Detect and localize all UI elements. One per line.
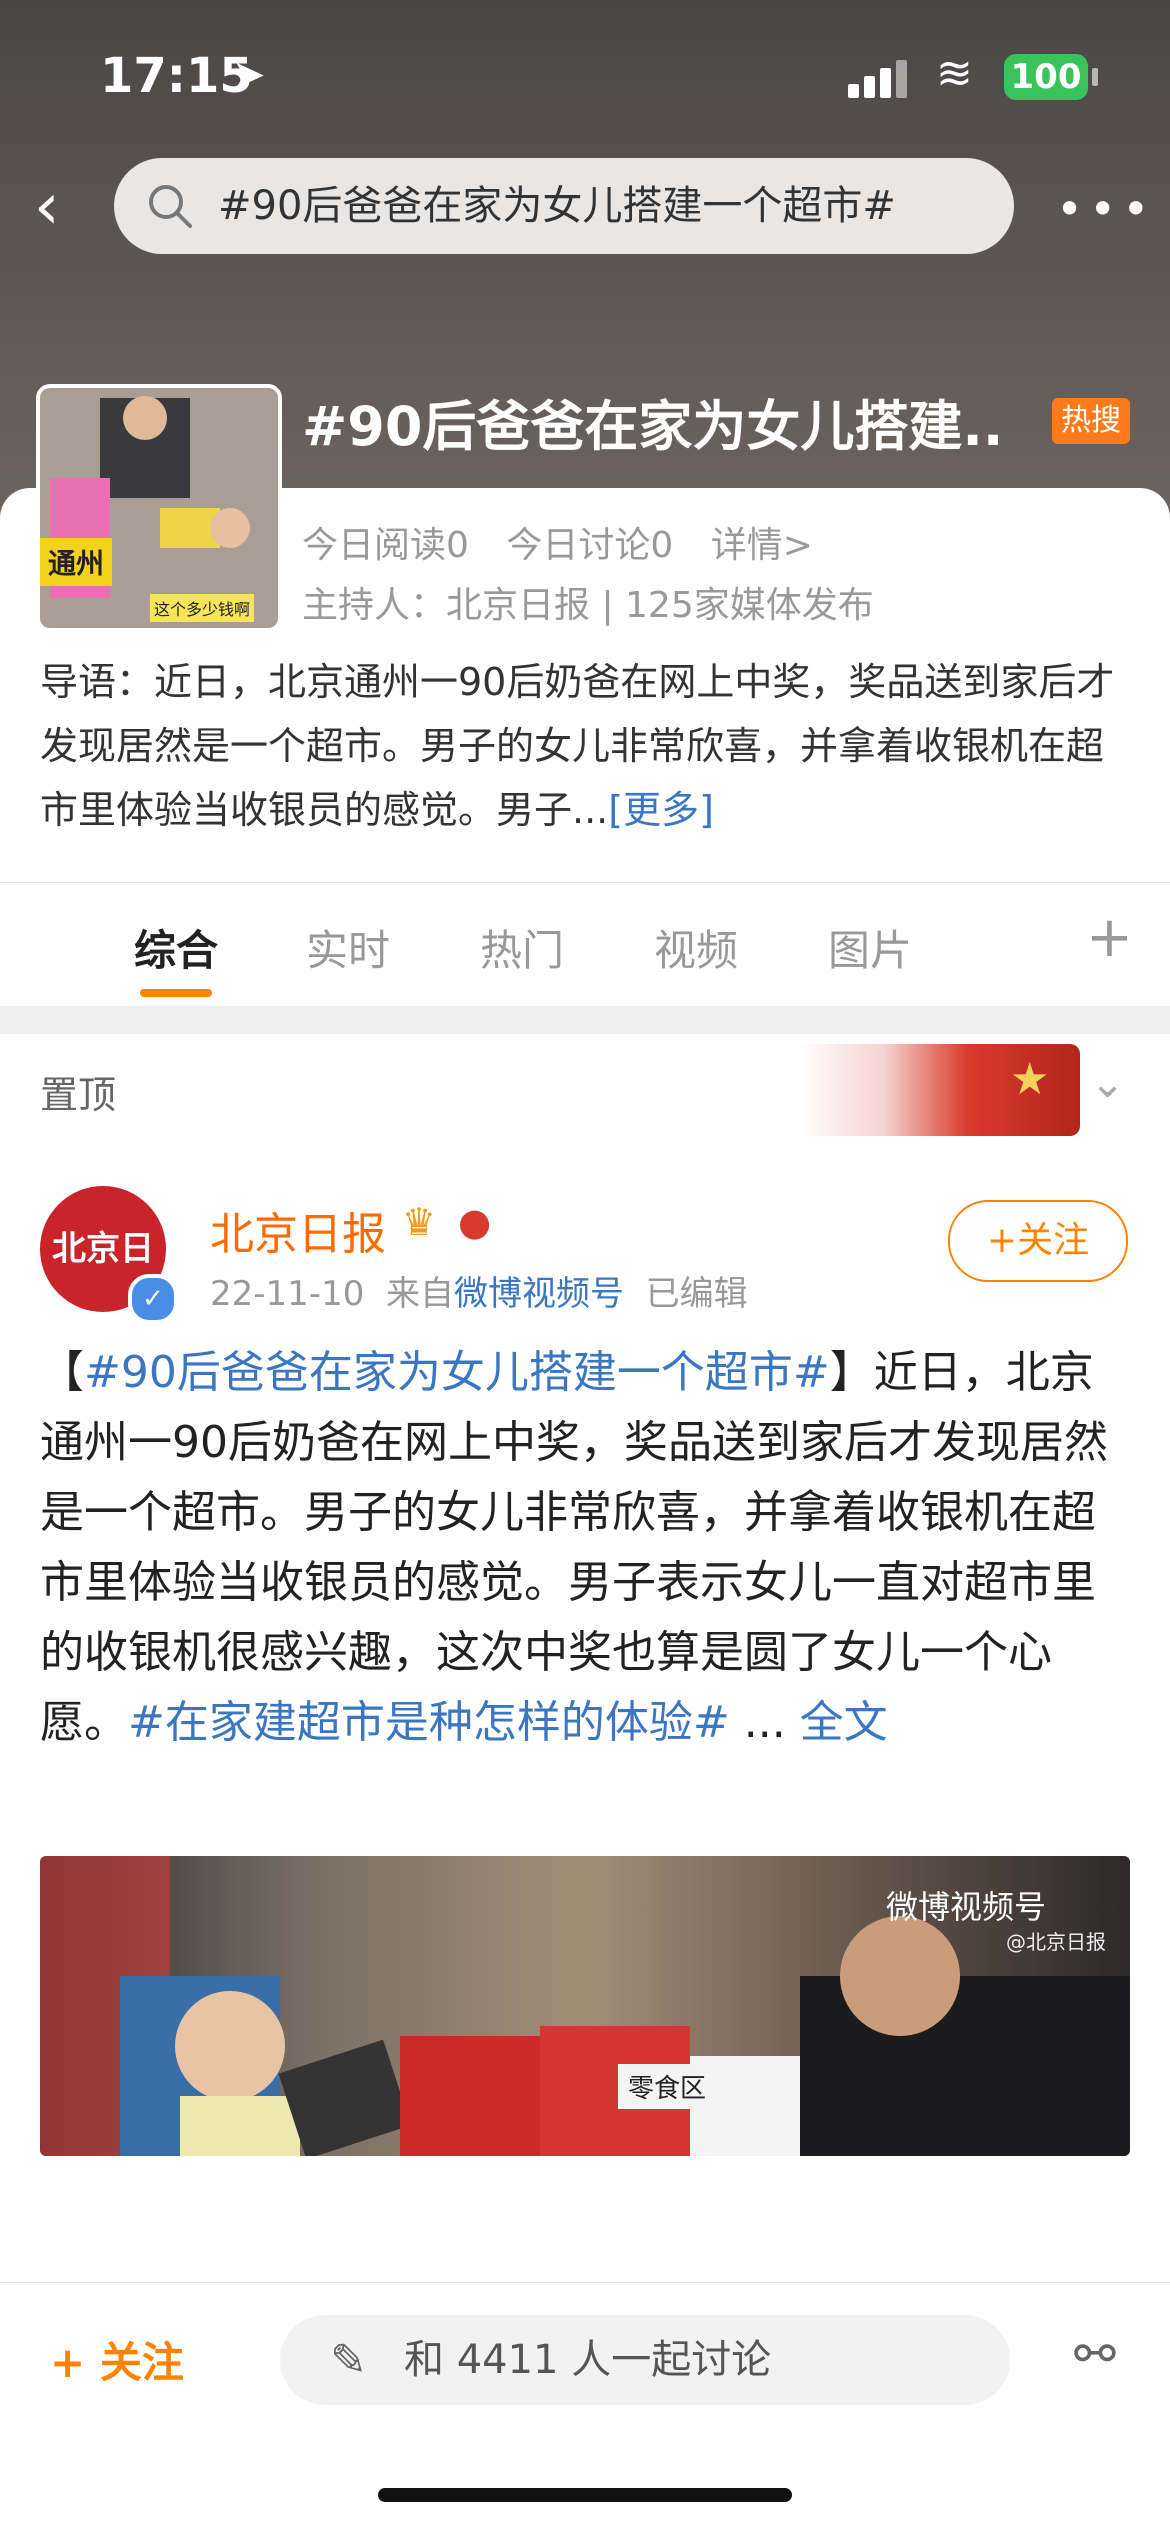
post-video[interactable]: 微博视频号 @北京日报 零食区 bbox=[40, 1856, 1130, 2156]
chevron-down-icon[interactable]: ⌄ bbox=[1090, 1058, 1125, 1107]
status-time: 17:15 bbox=[100, 48, 253, 104]
pinned-row[interactable]: 置顶 ★ ⌄ bbox=[0, 1034, 1170, 1143]
full-text-link[interactable]: 全文 bbox=[800, 1697, 888, 1748]
read-count: 今日阅读0 bbox=[302, 525, 469, 566]
source-prefix: 来自 bbox=[385, 1274, 454, 1314]
topic-thumbnail[interactable]: 通州 这个多少钱啊 bbox=[36, 384, 282, 632]
battery-icon: 100 bbox=[1004, 54, 1088, 100]
location-arrow-icon: ➤ bbox=[232, 52, 266, 98]
discussion-placeholder: 和 4411 人一起讨论 bbox=[404, 2337, 772, 2383]
intro-more-link[interactable]: [更多] bbox=[608, 788, 714, 832]
battery-tip bbox=[1092, 68, 1098, 86]
tab-realtime[interactable]: 实时 bbox=[306, 917, 390, 978]
topic-stats: 今日阅读0 今日讨论0 详情> bbox=[302, 516, 839, 568]
post-card: 北京日报 ✓ 北京日报 ♛ ● 22-11-10 来自微博视频号 已编辑 +关注… bbox=[0, 1142, 1170, 2282]
text-open: 【 bbox=[40, 1347, 84, 1398]
hashtag-link-2[interactable]: #在家建超市是种怎样的体验# bbox=[128, 1697, 730, 1748]
topic-title: #90后爸爸在家为女儿搭建... bbox=[302, 395, 1002, 458]
plus-icon[interactable]: + bbox=[1086, 905, 1133, 970]
tab-video[interactable]: 视频 bbox=[654, 917, 738, 978]
pinned-banner: ★ bbox=[800, 1044, 1080, 1136]
edited-label: 已编辑 bbox=[645, 1274, 748, 1314]
thumb-caption: 这个多少钱啊 bbox=[150, 594, 255, 622]
tab-hot[interactable]: 热门 bbox=[480, 917, 564, 978]
text-body: 】近日，北京通州一90后奶爸在网上中奖，奖品送到家后才发现居然是一个超市。男子的… bbox=[40, 1347, 1108, 1748]
post-date: 22-11-10 bbox=[210, 1274, 365, 1314]
star-icon: ★ bbox=[1010, 1054, 1050, 1105]
details-link[interactable]: 详情> bbox=[711, 525, 813, 566]
active-tab-indicator bbox=[140, 989, 212, 997]
share-icon[interactable]: ⚯ bbox=[1074, 2325, 1116, 2383]
hot-badge: 热搜 bbox=[1052, 398, 1130, 444]
home-indicator bbox=[378, 2488, 792, 2502]
video-watermark-sub: @北京日报 bbox=[1006, 1930, 1106, 1954]
more-icon[interactable]: ••• bbox=[1056, 182, 1155, 236]
video-watermark: 微博视频号 bbox=[886, 1888, 1047, 1926]
hashtag-link[interactable]: #90后爸爸在家为女儿搭建一个超市# bbox=[84, 1347, 830, 1398]
back-icon[interactable]: ‹ bbox=[34, 172, 94, 242]
topic-host: 主持人：北京日报 | 125家媒体发布 bbox=[302, 585, 874, 626]
search-icon bbox=[149, 185, 192, 228]
search-query: #90后爸爸在家为女儿搭建一个超市# bbox=[218, 183, 896, 229]
pinned-label: 置顶 bbox=[40, 1073, 117, 1117]
discuss-count: 今日讨论0 bbox=[506, 525, 674, 566]
edit-icon: ✎ bbox=[330, 2335, 367, 2386]
discussion-input[interactable]: ✎ 和 4411 人一起讨论 bbox=[280, 2315, 1010, 2405]
lantern-icon: ● bbox=[458, 1200, 492, 1244]
medal-icon: ♛ bbox=[402, 1200, 437, 1244]
thumbnail-image bbox=[40, 388, 278, 628]
verified-icon: ✓ bbox=[128, 1274, 178, 1324]
tab-images[interactable]: 图片 bbox=[828, 917, 912, 978]
search-bar[interactable]: #90后爸爸在家为女儿搭建一个超市# bbox=[114, 158, 1014, 254]
post-text: 【#90后爸爸在家为女儿搭建一个超市#】近日，北京通州一90后奶爸在网上中奖，奖… bbox=[40, 1338, 1130, 1758]
thumb-tag: 通州 bbox=[40, 538, 113, 586]
signal-icon bbox=[848, 58, 912, 98]
ellipsis: ... bbox=[729, 1697, 800, 1748]
follow-button[interactable]: +关注 bbox=[948, 1200, 1128, 1282]
bottom-follow-button[interactable]: + 关注 bbox=[50, 2329, 184, 2390]
topic-intro: 导语：近日，北京通州一90后奶爸在网上中奖，奖品送到家后才发现居然是一个超市。男… bbox=[40, 650, 1130, 842]
wifi-icon: ≋ bbox=[936, 48, 973, 99]
intro-text: 导语：近日，北京通州一90后奶爸在网上中奖，奖品送到家后才发现居然是一个超市。男… bbox=[40, 660, 1115, 832]
author-name[interactable]: 北京日报 bbox=[210, 1198, 386, 1262]
section-divider bbox=[0, 1006, 1170, 1034]
post-meta: 22-11-10 来自微博视频号 已编辑 bbox=[210, 1266, 748, 1315]
video-sign: 零食区 bbox=[618, 2064, 717, 2109]
status-bar: 17:15 ➤ ≋ 100 bbox=[0, 0, 1170, 150]
tab-bar: 综合 实时 热门 视频 图片 + bbox=[0, 882, 1170, 1007]
post-source[interactable]: 微博视频号 bbox=[454, 1274, 624, 1314]
tab-comprehensive[interactable]: 综合 bbox=[134, 917, 218, 978]
